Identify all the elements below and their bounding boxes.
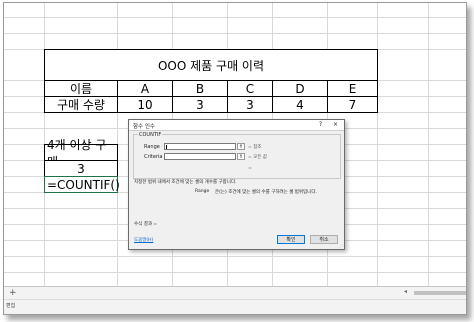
name-e: E — [348, 81, 357, 96]
text-caret — [166, 145, 167, 149]
name-cell-a[interactable]: A — [117, 80, 173, 97]
cancel-button[interactable]: 취소 — [310, 235, 338, 244]
screenshot-frame: OOO 제품 구매 이력 이름 A B C D E 구매 수량 10 3 3 4… — [3, 2, 467, 315]
qty-a: 10 — [137, 97, 153, 112]
worksheet-grid[interactable]: OOO 제품 구매 이력 이름 A B C D E 구매 수량 10 3 3 4… — [4, 3, 466, 286]
dialog-titlebar[interactable]: 함수 인수 ? × — [129, 120, 344, 131]
formula-cell[interactable]: =COUNTIF() — [44, 176, 120, 193]
name-header-label: 이름 — [69, 82, 93, 96]
qty-header-cell[interactable]: 구매 수량 — [44, 96, 118, 113]
qty-b: 3 — [196, 97, 204, 112]
name-c: C — [245, 81, 255, 96]
name-cell-d[interactable]: D — [272, 80, 328, 97]
table-title: OOO 제품 구매 이력 — [157, 58, 265, 73]
name-cell-e[interactable]: E — [327, 80, 378, 97]
name-cell-b[interactable]: B — [172, 80, 228, 97]
criteria-collapse-icon[interactable]: ⇑ — [237, 153, 245, 160]
table-title-cell[interactable]: OOO 제품 구매 이력 — [44, 49, 378, 81]
formula-result-label: 수식 결과 = — [134, 222, 158, 227]
ok-button-label: 확인 — [286, 237, 296, 243]
condition-label-cell[interactable]: 4개 이상 구매 — [44, 138, 118, 169]
function-name: COUNTIF — [138, 132, 163, 138]
name-a: A — [140, 81, 150, 96]
arg-help-name: Range — [195, 189, 210, 194]
range-hint: = 참조 — [248, 145, 262, 150]
ok-button[interactable]: 확인 — [277, 235, 305, 244]
qty-d: 4 — [296, 97, 304, 112]
help-link[interactable]: 도움말(H) — [134, 237, 153, 243]
function-description: 지정한 범위 내에서 조건에 맞는 셀의 개수를 구합니다. — [134, 180, 237, 185]
criteria-label: Criteria — [144, 154, 163, 160]
sheet-tab-bar: + ◂ — [4, 286, 466, 300]
qty-cell-b[interactable]: 3 — [172, 96, 228, 113]
resize-grip-icon[interactable]: ⋰ — [339, 243, 343, 248]
range-label: Range — [144, 144, 160, 150]
status-mode: 편집 — [6, 303, 16, 309]
status-bar: 편집 — [4, 299, 466, 314]
add-sheet-icon[interactable]: + — [9, 288, 17, 298]
close-icon[interactable]: × — [333, 121, 338, 128]
function-group: COUNTIF Range ⇑ = 참조 Criteria ⇑ = 모든 값 = — [133, 132, 341, 179]
qty-e: 7 — [348, 97, 357, 112]
cancel-button-label: 취소 — [319, 237, 329, 243]
criteria-input[interactable] — [164, 153, 236, 160]
criteria-hint: = 모든 값 — [248, 155, 268, 160]
horizontal-scrollbar[interactable] — [414, 291, 466, 295]
name-d: D — [295, 81, 305, 96]
dialog-title: 함수 인수 — [133, 124, 155, 130]
range-input[interactable] — [164, 143, 236, 150]
help-icon[interactable]: ? — [319, 121, 322, 128]
qty-c: 3 — [246, 97, 254, 112]
count-result: 3 — [77, 161, 85, 176]
name-header-cell[interactable]: 이름 — [44, 80, 118, 97]
qty-cell-e[interactable]: 7 — [327, 96, 378, 113]
count-result-cell[interactable]: 3 — [44, 160, 118, 177]
arg-help-text: 은(는) 조건에 맞는 셀의 수를 구하려는 셀 범위입니다. — [215, 190, 317, 195]
scroll-left-icon[interactable]: ◂ — [404, 288, 407, 295]
qty-header-label: 구매 수량 — [57, 98, 105, 112]
name-b: B — [195, 81, 205, 96]
formula-text: =COUNTIF() — [47, 177, 120, 192]
name-cell-c[interactable]: C — [227, 80, 273, 97]
result-equals: = — [248, 166, 252, 171]
qty-cell-a[interactable]: 10 — [117, 96, 173, 113]
qty-cell-c[interactable]: 3 — [227, 96, 273, 113]
range-collapse-icon[interactable]: ⇑ — [237, 143, 245, 150]
qty-cell-d[interactable]: 4 — [272, 96, 328, 113]
function-arguments-dialog: 함수 인수 ? × COUNTIF Range ⇑ = 참조 Criteria … — [128, 119, 345, 250]
